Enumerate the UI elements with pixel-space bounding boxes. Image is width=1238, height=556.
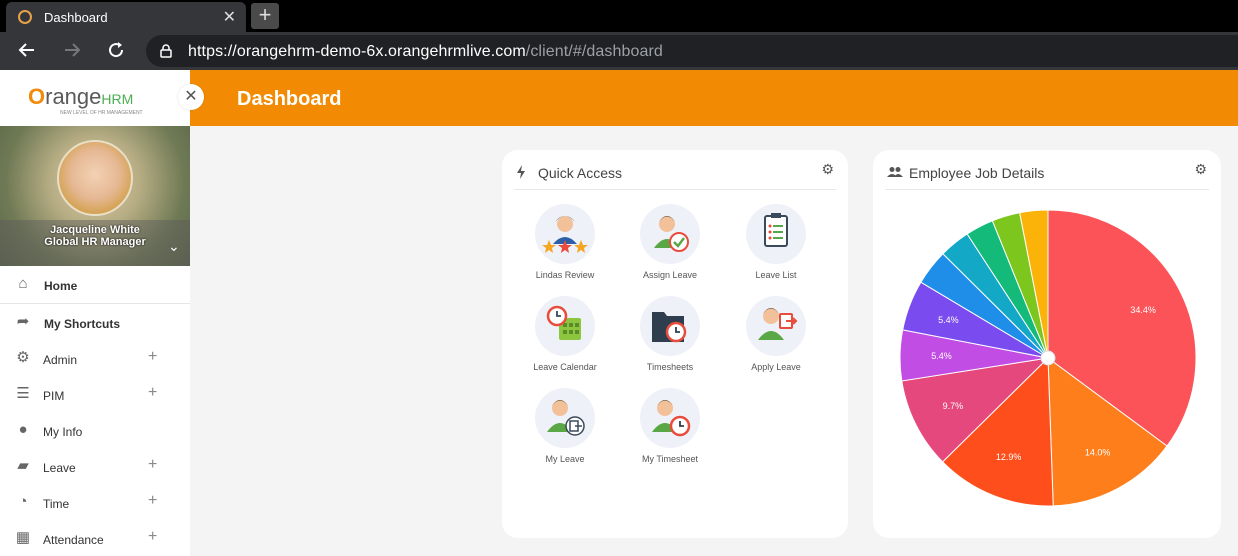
user-circle-icon: ● bbox=[18, 421, 28, 438]
user-role: Global HR Manager bbox=[44, 236, 146, 248]
avatar bbox=[57, 140, 133, 216]
menu-item-home[interactable]: ⌂ Home bbox=[0, 266, 190, 304]
chevron-down-icon[interactable]: ⌄ bbox=[168, 238, 180, 255]
forward-arrow-icon[interactable] bbox=[62, 40, 82, 64]
quick-access-assign-leave[interactable]: Assign Leave bbox=[620, 204, 720, 294]
menu-item-admin[interactable]: ⚙ Admin + bbox=[0, 340, 190, 376]
menu-item-pim[interactable]: ☰ PIM + bbox=[0, 376, 190, 412]
pie-slice-label: 14.0% bbox=[1085, 447, 1111, 457]
collapse-sidebar-button[interactable]: ✕ bbox=[178, 84, 204, 110]
pie-slice-label: 34.4% bbox=[1130, 305, 1156, 315]
leave-list-icon bbox=[746, 204, 806, 264]
main-menu: ⌂ Home ➦ My Shortcuts ⚙ Admin + ☰ PIM + … bbox=[0, 266, 190, 556]
browser-tab[interactable]: Dashboard ✕ bbox=[6, 2, 246, 32]
close-tab-icon[interactable]: ✕ bbox=[223, 7, 236, 27]
clock-icon: ◔ bbox=[18, 493, 28, 510]
card-title: Quick Access bbox=[538, 165, 623, 181]
pie-slice-label: 5.4% bbox=[931, 351, 952, 361]
reload-icon[interactable] bbox=[106, 40, 126, 64]
pie-chart-area: 34.4% 14.0% 12.9% 9.7% 5.4% 5.4% bbox=[873, 200, 1221, 538]
gear-icon[interactable]: ⚙ bbox=[821, 161, 834, 178]
quick-access-leave-list[interactable]: Leave List bbox=[726, 204, 826, 294]
page-title: Dashboard bbox=[237, 88, 342, 110]
expand-plus-icon[interactable]: + bbox=[148, 492, 157, 510]
leave-calendar-icon bbox=[535, 296, 595, 356]
pie-chart: 34.4% 14.0% 12.9% 9.7% 5.4% 5.4% bbox=[899, 209, 1197, 507]
quick-access-lindas-review[interactable]: Lindas Review bbox=[515, 204, 615, 294]
url-text: https://orangehrm-demo-6x.orangehrmlive.… bbox=[188, 43, 663, 60]
favicon-icon bbox=[18, 10, 32, 24]
pie-slice-label: 9.7% bbox=[943, 401, 964, 411]
pie-slice-label: 5.4% bbox=[938, 315, 959, 325]
expand-plus-icon[interactable]: + bbox=[148, 384, 157, 402]
card-header: Employee Job Details ⚙ bbox=[885, 150, 1209, 190]
address-bar: https://orangehrm-demo-6x.orangehrmlive.… bbox=[0, 32, 1238, 70]
lightning-icon bbox=[516, 165, 526, 182]
expand-plus-icon[interactable]: + bbox=[148, 348, 157, 366]
pie-center-dot bbox=[1040, 350, 1056, 366]
employee-job-details-card: Employee Job Details ⚙ 34.4% 14.0% 12.9% 9.… bbox=[873, 150, 1221, 538]
card-header: Quick Access ⚙ bbox=[514, 150, 836, 190]
menu-item-attendance[interactable]: ▦ Attendance + bbox=[0, 520, 190, 556]
assign-leave-icon bbox=[640, 204, 700, 264]
briefcase-icon: ▰ bbox=[17, 457, 29, 474]
calendar-icon: ▦ bbox=[15, 529, 31, 546]
lock-icon bbox=[160, 44, 172, 58]
home-icon: ⌂ bbox=[18, 275, 28, 292]
review-icon bbox=[535, 204, 595, 264]
quick-access-leave-calendar[interactable]: Leave Calendar bbox=[515, 296, 615, 386]
admin-icon: ⚙ bbox=[16, 349, 30, 366]
menu-item-my-info[interactable]: ● My Info bbox=[0, 412, 190, 448]
back-arrow-icon[interactable] bbox=[17, 40, 37, 64]
orangehrm-logo[interactable]: OrangeHRM NEW LEVEL OF HR MANAGEMENT bbox=[28, 84, 143, 116]
share-arrow-icon: ➦ bbox=[16, 313, 30, 330]
user-profile-panel: Jacqueline White Global HR Manager ⌄ bbox=[0, 126, 190, 266]
quick-access-my-leave[interactable]: My Leave bbox=[515, 388, 615, 478]
timesheets-icon bbox=[640, 296, 700, 356]
browser-tab-title: Dashboard bbox=[44, 10, 108, 25]
apply-leave-icon bbox=[746, 296, 806, 356]
new-tab-button[interactable]: + bbox=[251, 3, 279, 29]
browser-tab-bar: Dashboard ✕ + bbox=[0, 0, 1238, 32]
my-leave-icon bbox=[535, 388, 595, 448]
menu-item-leave[interactable]: ▰ Leave + bbox=[0, 448, 190, 484]
quick-access-card: Quick Access ⚙ Lindas Review Assign Leav… bbox=[502, 150, 848, 538]
expand-plus-icon[interactable]: + bbox=[148, 456, 157, 474]
expand-plus-icon[interactable]: + bbox=[148, 528, 157, 546]
users-icon bbox=[887, 165, 903, 181]
quick-access-apply-leave[interactable]: Apply Leave bbox=[726, 296, 826, 386]
logo-area: OrangeHRM NEW LEVEL OF HR MANAGEMENT bbox=[0, 70, 190, 126]
pie-slice-label: 12.9% bbox=[996, 452, 1022, 462]
pim-icon: ☰ bbox=[16, 385, 30, 402]
gear-icon[interactable]: ⚙ bbox=[1194, 161, 1207, 178]
page-header: Dashboard bbox=[190, 70, 1238, 126]
quick-access-timesheets[interactable]: Timesheets bbox=[620, 296, 720, 386]
user-name: Jacqueline White bbox=[50, 224, 140, 236]
card-title: Employee Job Details bbox=[909, 165, 1045, 181]
my-timesheet-icon bbox=[640, 388, 700, 448]
menu-item-time[interactable]: ◔ Time + bbox=[0, 484, 190, 520]
menu-item-my-shortcuts[interactable]: ➦ My Shortcuts bbox=[0, 304, 190, 340]
sidebar: OrangeHRM NEW LEVEL OF HR MANAGEMENT ✕ J… bbox=[0, 70, 204, 556]
url-field[interactable]: https://orangehrm-demo-6x.orangehrmlive.… bbox=[146, 35, 1238, 67]
quick-access-my-timesheet[interactable]: My Timesheet bbox=[620, 388, 720, 478]
